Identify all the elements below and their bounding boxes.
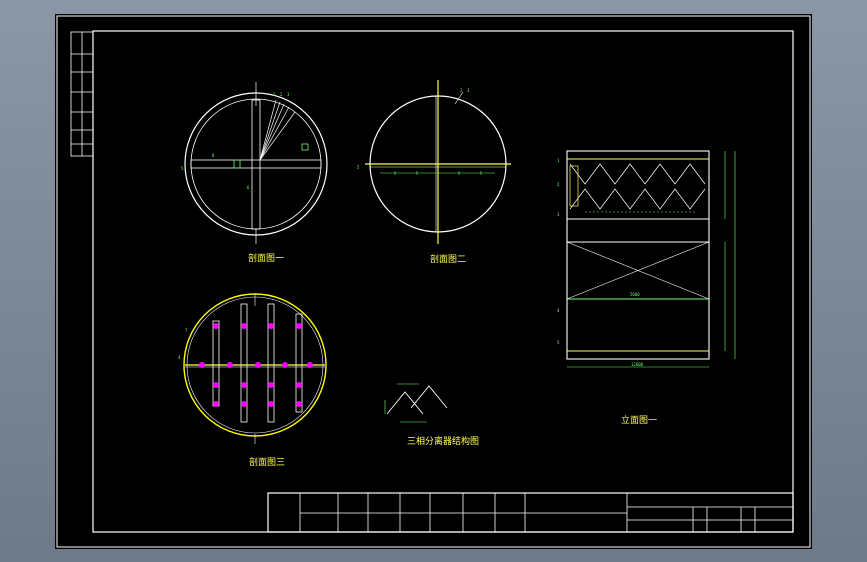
elevation-view-1: 5600 12600 1 2 3 4 5 立面图一 xyxy=(557,150,736,426)
section-view-3: 7 4 剖面图三 xyxy=(178,293,327,468)
callout-5-e1: 5 xyxy=(557,340,560,345)
dim-bottom: 12600 xyxy=(631,362,644,367)
section-view-1: 1 2 3 5 8 6 剖面图一 xyxy=(181,82,328,264)
label-separator-structure: 三相分离器结构图 xyxy=(407,435,479,447)
callout-5-s1: 5 xyxy=(181,166,184,171)
callout-3-e1: 3 xyxy=(557,212,560,217)
separator-detail: 三相分离器结构图 xyxy=(384,383,479,447)
inner-frame xyxy=(92,30,794,533)
label-section-1: 剖面图一 xyxy=(248,252,284,264)
title-block xyxy=(267,492,794,533)
callout-6-s1: 6 xyxy=(247,185,250,190)
callout-3-s1: 3 xyxy=(287,92,290,97)
cad-drawing: 1 2 3 5 8 6 剖面图一 2 3 5 剖面图二 7 4 剖面图三 三相分… xyxy=(56,15,811,548)
callout-2-s1: 2 xyxy=(280,92,283,97)
label-elevation-1: 立面图一 xyxy=(621,414,657,426)
callout-5-s2: 5 xyxy=(357,165,360,170)
callout-2-e1: 2 xyxy=(557,182,560,187)
revision-strip xyxy=(70,31,94,157)
label-section-2: 剖面图二 xyxy=(430,253,466,265)
dim-width: 5600 xyxy=(630,292,640,297)
callout-8-s1: 8 xyxy=(212,153,215,158)
label-section-3: 剖面图三 xyxy=(249,456,285,468)
callout-4-s3: 4 xyxy=(178,355,181,360)
drawing-sheet: 1 2 3 5 8 6 剖面图一 2 3 5 剖面图二 7 4 剖面图三 三相分… xyxy=(55,14,812,549)
callout-7-s3: 7 xyxy=(185,328,188,333)
callout-3-s2: 3 xyxy=(467,88,470,93)
callout-4-e1: 4 xyxy=(557,308,560,313)
section-view-2: 2 3 5 剖面图二 xyxy=(357,80,511,265)
callout-1-e1: 1 xyxy=(557,158,560,163)
